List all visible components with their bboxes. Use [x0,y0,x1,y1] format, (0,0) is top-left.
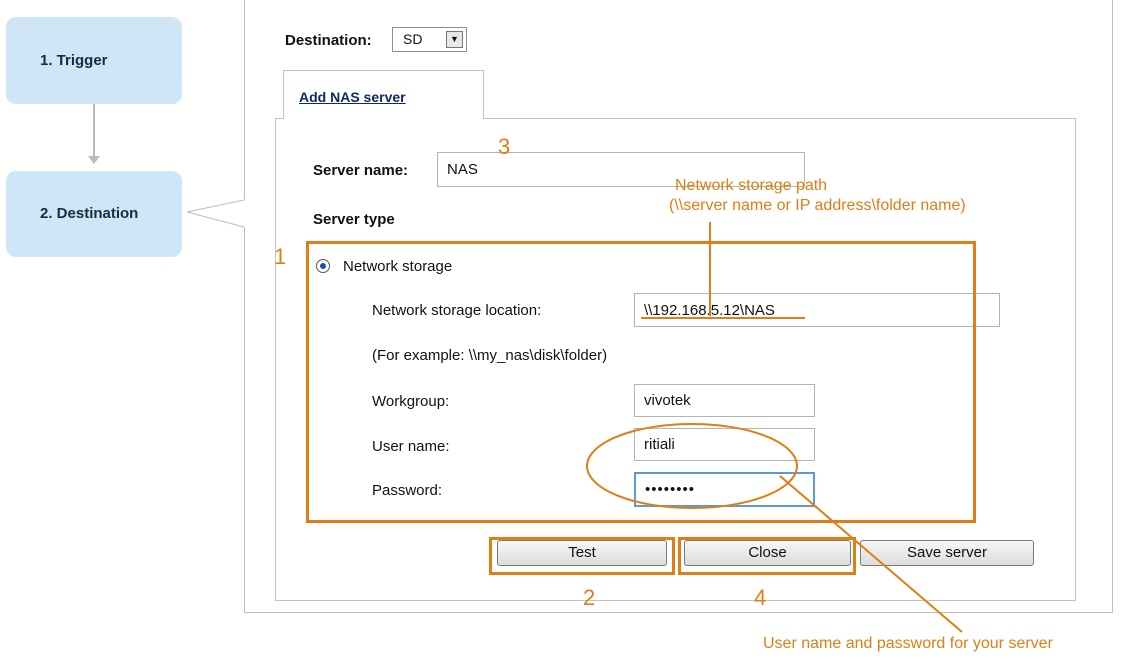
annotation-overlay [586,222,963,633]
credentials-ellipse [586,423,798,509]
credentials-pointer-line [779,475,963,633]
